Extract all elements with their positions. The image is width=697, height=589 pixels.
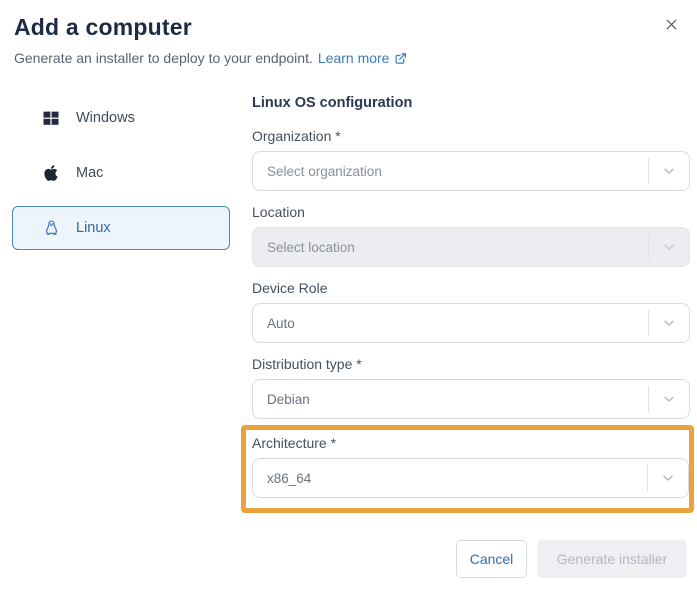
field-architecture: Architecture * x86_64 [252, 435, 689, 498]
field-device-role: Device Role Auto [252, 280, 690, 343]
os-tab-label: Linux [76, 220, 111, 236]
cancel-button[interactable]: Cancel [456, 540, 527, 578]
location-select: Select location [252, 227, 690, 267]
architecture-select[interactable]: x86_64 [252, 458, 689, 498]
form-heading: Linux OS configuration [252, 95, 690, 111]
learn-more-link[interactable]: Learn more [318, 50, 408, 66]
architecture-highlight-annotation: Architecture * x86_64 [241, 425, 694, 513]
add-computer-dialog: Add a computer Generate an installer to … [0, 0, 697, 589]
linux-config-form: Linux OS configuration Organization * Se… [252, 95, 690, 513]
generate-installer-button[interactable]: Generate installer [537, 540, 687, 578]
field-label: Distribution type * [252, 356, 690, 373]
dialog-subtitle: Generate an installer to deploy to your … [14, 50, 637, 66]
field-organization: Organization * Select organization [252, 128, 690, 191]
field-label: Architecture * [252, 435, 689, 452]
field-label: Organization * [252, 128, 690, 145]
os-tab-label: Windows [76, 110, 135, 126]
chevron-down-icon[interactable] [649, 163, 689, 179]
os-tab-mac[interactable]: Mac [12, 151, 230, 195]
chevron-down-icon[interactable] [648, 470, 688, 486]
select-value: x86_64 [267, 471, 647, 486]
os-selector-list: Windows Mac Linux [12, 96, 230, 261]
windows-logo-icon [41, 108, 61, 128]
organization-select[interactable]: Select organization [252, 151, 690, 191]
os-tab-label: Mac [76, 165, 103, 181]
select-value: Auto [267, 316, 648, 331]
select-value: Select location [267, 240, 648, 255]
distribution-type-select[interactable]: Debian [252, 379, 690, 419]
field-label: Device Role [252, 280, 690, 297]
apple-logo-icon [41, 163, 61, 183]
learn-more-label: Learn more [318, 50, 390, 66]
field-label: Location [252, 204, 690, 221]
os-tab-windows[interactable]: Windows [12, 96, 230, 140]
chevron-down-icon [649, 239, 689, 255]
dialog-header: Add a computer Generate an installer to … [14, 14, 637, 66]
close-icon[interactable] [661, 14, 681, 34]
select-value: Debian [267, 392, 648, 407]
external-link-icon [393, 51, 407, 65]
dialog-footer: Cancel Generate installer [456, 540, 687, 578]
subtitle-text: Generate an installer to deploy to your … [14, 50, 313, 66]
select-value: Select organization [267, 164, 648, 179]
device-role-select[interactable]: Auto [252, 303, 690, 343]
page-title: Add a computer [14, 14, 637, 41]
field-distribution-type: Distribution type * Debian [252, 356, 690, 419]
chevron-down-icon[interactable] [649, 315, 689, 331]
os-tab-linux[interactable]: Linux [12, 206, 230, 250]
chevron-down-icon[interactable] [649, 391, 689, 407]
field-location: Location Select location [252, 204, 690, 267]
linux-tux-icon [41, 218, 61, 238]
